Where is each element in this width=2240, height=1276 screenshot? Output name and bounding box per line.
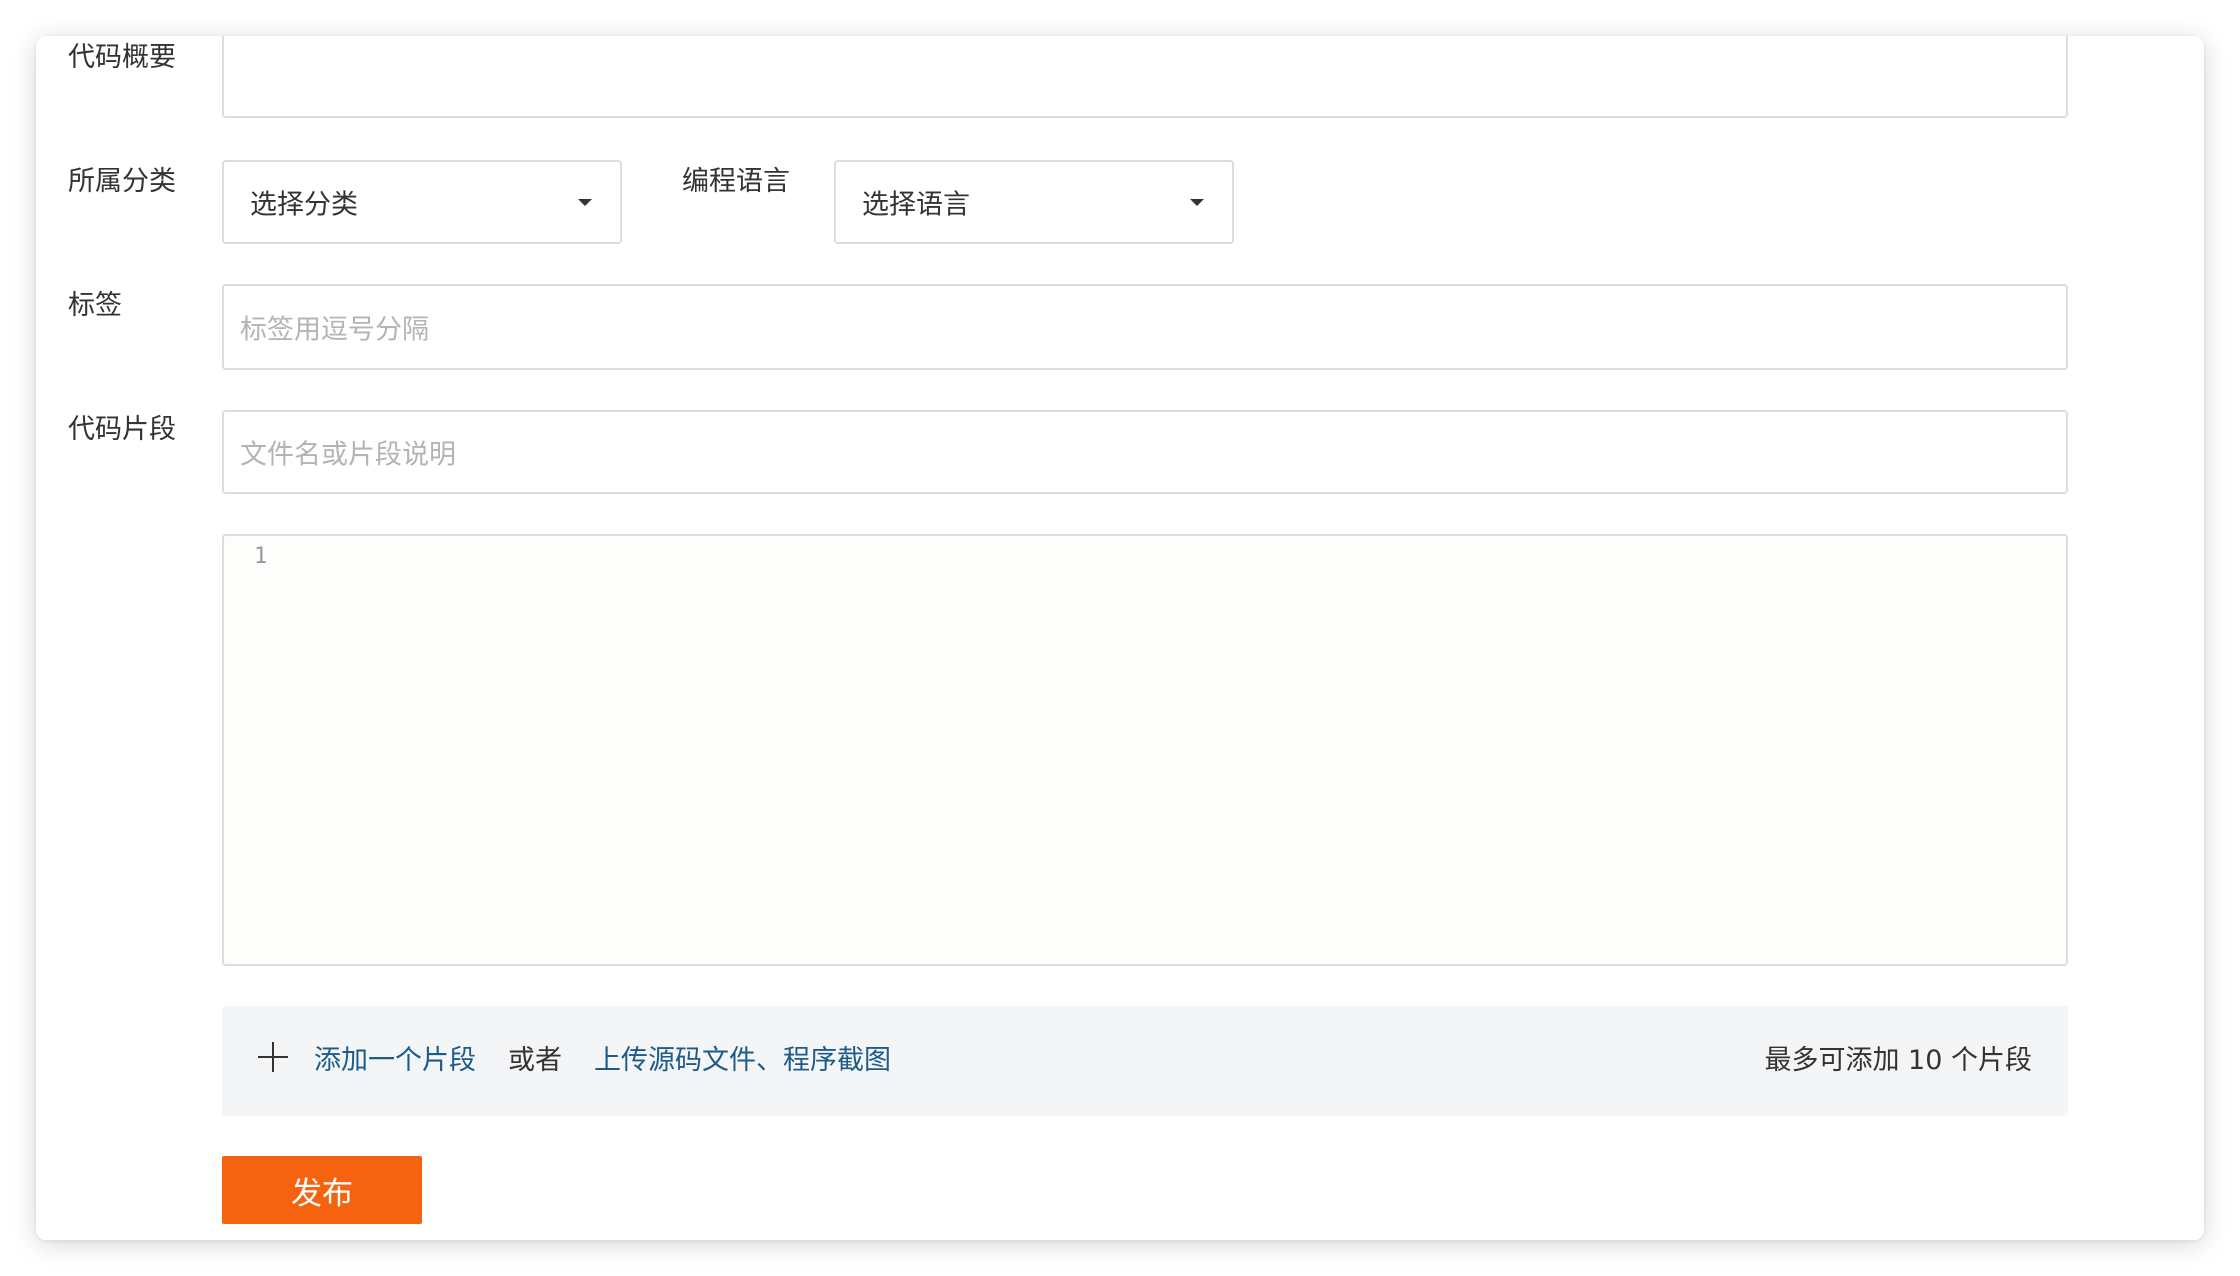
tags-placeholder: 标签用逗号分隔 xyxy=(240,314,429,346)
snippet-label: 代码片段 xyxy=(68,414,176,445)
snippet-filename-placeholder: 文件名或片段说明 xyxy=(240,439,456,471)
category-selected-value: 选择分类 xyxy=(250,189,358,221)
caret-down-icon xyxy=(578,199,592,206)
code-editor[interactable]: 1 xyxy=(222,534,2068,966)
publish-button[interactable]: 发布 xyxy=(222,1156,422,1224)
category-label: 所属分类 xyxy=(68,166,176,197)
summary-label: 代码概要 xyxy=(68,42,176,73)
line-number: 1 xyxy=(254,544,268,569)
language-label: 编程语言 xyxy=(682,166,790,197)
plus-icon[interactable] xyxy=(258,1042,288,1072)
snippet-filename-input[interactable]: 文件名或片段说明 xyxy=(222,410,2068,494)
upload-file-link[interactable]: 上传源码文件、程序截图 xyxy=(594,1041,891,1081)
category-select[interactable]: 选择分类 xyxy=(222,160,622,244)
tags-input[interactable]: 标签用逗号分隔 xyxy=(222,284,2068,370)
language-selected-value: 选择语言 xyxy=(862,189,970,221)
caret-down-icon xyxy=(1190,199,1204,206)
add-snippet-link[interactable]: 添加一个片段 xyxy=(314,1041,476,1081)
language-select[interactable]: 选择语言 xyxy=(834,160,1234,244)
tags-label: 标签 xyxy=(68,290,122,321)
snippet-limit-text: 最多可添加 10 个片段 xyxy=(1764,1045,2032,1076)
summary-input[interactable] xyxy=(222,36,2068,118)
snippet-toolbar: 添加一个片段 或者 上传源码文件、程序截图 最多可添加 10 个片段 xyxy=(222,1006,2068,1116)
code-publish-form: 代码概要 所属分类 选择分类 编程语言 选择语言 标签 标签用逗号分隔 代码片段… xyxy=(36,36,2204,1240)
or-text: 或者 xyxy=(508,1045,562,1076)
